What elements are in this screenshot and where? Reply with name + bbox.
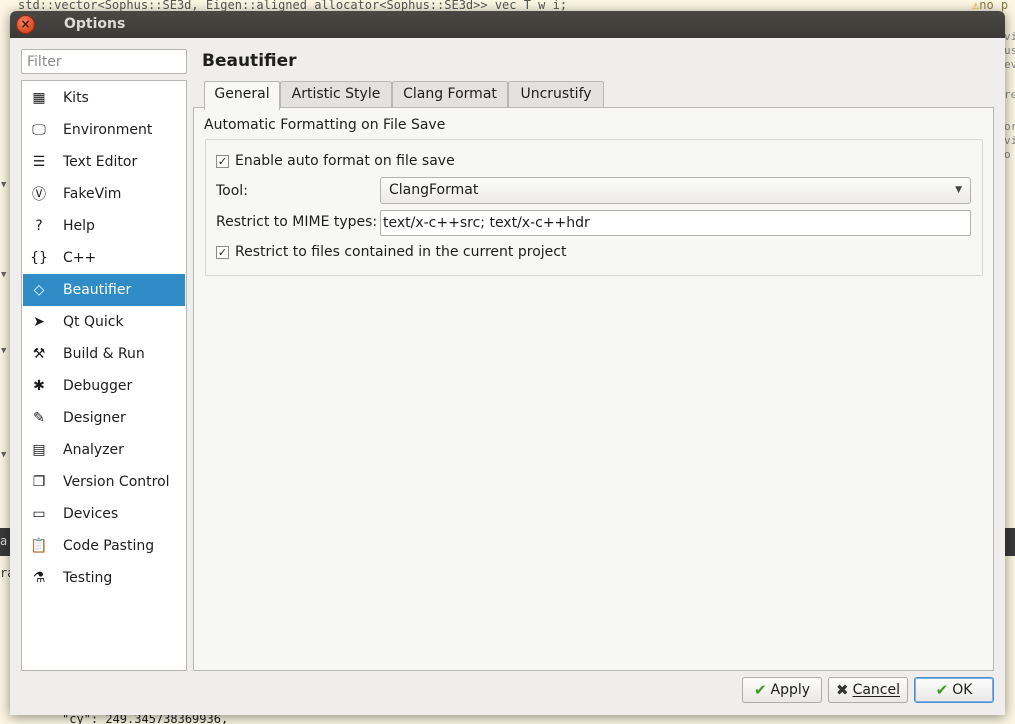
sidebar-item-qt-quick[interactable]: ➤ Qt Quick bbox=[23, 306, 185, 338]
ok-button-label: OK bbox=[952, 682, 973, 698]
sidebar-item-analyzer[interactable]: ▤ Analyzer bbox=[23, 434, 185, 466]
devices-icon: ▭ bbox=[32, 506, 46, 522]
general-tab-panel: Automatic Formatting on File Save ✓ Enab… bbox=[193, 107, 994, 671]
group-title: Automatic Formatting on File Save bbox=[204, 117, 446, 133]
sidebar-item-environment[interactable]: 🖵 Environment bbox=[23, 114, 185, 146]
sidebar-item-label: Beautifier bbox=[63, 282, 132, 298]
window-title: Options bbox=[64, 16, 126, 32]
flask-icon: ⚗ bbox=[32, 570, 46, 586]
background-fragment: a bbox=[0, 534, 8, 548]
page-title: Beautifier bbox=[202, 51, 297, 71]
sidebar-item-debugger[interactable]: ✱ Debugger bbox=[23, 370, 185, 402]
version-control-icon: ❐ bbox=[32, 474, 46, 490]
monitor-icon: 🖵 bbox=[32, 122, 46, 138]
sidebar-item-beautifier[interactable]: ◇ Beautifier bbox=[23, 274, 185, 306]
background-fragment: us bbox=[1004, 44, 1015, 57]
tab-uncrustify[interactable]: Uncrustify bbox=[508, 81, 604, 108]
diamond-icon: ◇ bbox=[33, 282, 45, 298]
hammer-icon: ⚒ bbox=[32, 346, 46, 362]
sidebar-item-fakevim[interactable]: Ⓥ FakeVim bbox=[23, 178, 185, 210]
sidebar-item-label: C++ bbox=[63, 250, 97, 266]
title-bar: × Options bbox=[10, 11, 1005, 38]
tab-clang-format[interactable]: Clang Format bbox=[392, 81, 508, 108]
sidebar-item-label: Devices bbox=[63, 506, 119, 522]
sidebar-item-label: Code Pasting bbox=[63, 538, 155, 554]
options-dialog: × Options ▦ Kits 🖵 Environment ☰ Text Editor Ⓥ… bbox=[10, 11, 1005, 715]
sidebar-item-c[interactable]: {} C++ bbox=[23, 242, 185, 274]
apply-button[interactable]: ✔ Apply bbox=[742, 677, 822, 703]
mime-types-input[interactable] bbox=[380, 210, 971, 236]
analyzer-icon: ▤ bbox=[32, 442, 46, 458]
background-panel-strip bbox=[1005, 528, 1015, 556]
sidebar-item-label: Debugger bbox=[63, 378, 133, 394]
checkmark-icon: ✔ bbox=[753, 681, 767, 699]
sidebar-item-label: Build & Run bbox=[63, 346, 145, 362]
apply-button-label: Apply bbox=[770, 682, 811, 698]
sidebar-item-version-control[interactable]: ❐ Version Control bbox=[23, 466, 185, 498]
pen-icon: ✎ bbox=[33, 410, 45, 426]
background-fragment: re bbox=[1004, 88, 1015, 101]
sidebar-item-kits[interactable]: ▦ Kits bbox=[23, 82, 185, 114]
cpp-braces-icon: {} bbox=[30, 250, 48, 266]
sidebar-item-help[interactable]: ? Help bbox=[23, 210, 185, 242]
sidebar-item-label: Text Editor bbox=[63, 154, 138, 170]
clipboard-icon: 📋 bbox=[30, 538, 48, 554]
mime-types-label: Restrict to MIME types: bbox=[216, 214, 378, 230]
fold-arrow-icon: ▼ bbox=[1, 450, 7, 460]
background-fragment: vi bbox=[1004, 30, 1015, 43]
filter-input[interactable] bbox=[21, 49, 187, 74]
background-fragment: vi bbox=[1004, 134, 1015, 147]
sidebar-item-designer[interactable]: ✎ Designer bbox=[23, 402, 185, 434]
dropdown-arrow-icon: ▼ bbox=[955, 185, 962, 195]
close-icon[interactable]: × bbox=[16, 15, 35, 34]
restrict-project-checkbox[interactable]: ✓ Restrict to files contained in the cur… bbox=[216, 244, 566, 260]
tool-select[interactable]: ClangFormat ▼ bbox=[380, 177, 971, 204]
sidebar-item-build-run[interactable]: ⚒ Build & Run bbox=[23, 338, 185, 370]
tool-label: Tool: bbox=[216, 183, 248, 199]
kits-icon: ▦ bbox=[32, 90, 46, 106]
background-fragment: ev bbox=[1004, 58, 1015, 71]
fold-arrow-icon: ▼ bbox=[1, 270, 7, 280]
auto-format-group: ✓ Enable auto format on file save Tool: … bbox=[205, 139, 983, 276]
restrict-project-label: Restrict to files contained in the curre… bbox=[235, 244, 567, 260]
cancel-button[interactable]: ✖ Cancel bbox=[828, 677, 908, 703]
sidebar-item-label: FakeVim bbox=[63, 186, 122, 202]
category-list: ▦ Kits 🖵 Environment ☰ Text Editor Ⓥ FakeVim? He… bbox=[21, 80, 187, 671]
sidebar-item-label: Testing bbox=[63, 570, 113, 586]
sidebar-item-label: Kits bbox=[63, 90, 89, 106]
cancel-button-label: Cancel bbox=[852, 682, 900, 698]
fold-arrow-icon: ▼ bbox=[1, 346, 7, 356]
sidebar-item-testing[interactable]: ⚗ Testing bbox=[23, 562, 185, 594]
cancel-x-icon: ✖ bbox=[835, 681, 849, 699]
fakevim-icon: Ⓥ bbox=[32, 187, 46, 203]
text-editor-icon: ☰ bbox=[32, 154, 46, 170]
enable-auto-format-label: Enable auto format on file save bbox=[235, 153, 455, 169]
background-fragment: or bbox=[1004, 120, 1015, 133]
sidebar-item-label: Analyzer bbox=[63, 442, 124, 458]
sidebar-item-devices[interactable]: ▭ Devices bbox=[23, 498, 185, 530]
sidebar-item-label: Help bbox=[63, 218, 95, 234]
bug-icon: ✱ bbox=[33, 378, 45, 394]
sidebar-item-text-editor[interactable]: ☰ Text Editor bbox=[23, 146, 185, 178]
sidebar-item-code-pasting[interactable]: 📋 Code Pasting bbox=[23, 530, 185, 562]
ok-button[interactable]: ✔ OK bbox=[914, 677, 994, 703]
qt-quick-icon: ➤ bbox=[33, 314, 45, 330]
sidebar-item-label: Environment bbox=[63, 122, 153, 138]
tab-general[interactable]: General bbox=[204, 81, 280, 110]
fold-arrow-icon: ▼ bbox=[1, 180, 7, 190]
tool-select-value: ClangFormat bbox=[389, 182, 479, 198]
enable-auto-format-checkbox[interactable]: ✓ Enable auto format on file save bbox=[216, 153, 455, 169]
checkmark-icon: ✔ bbox=[935, 681, 949, 699]
help-icon: ? bbox=[35, 218, 43, 234]
tab-artistic-style[interactable]: Artistic Style bbox=[280, 81, 392, 108]
sidebar-item-label: Version Control bbox=[63, 474, 170, 490]
sidebar-item-label: Qt Quick bbox=[63, 314, 124, 330]
checkbox-check-icon[interactable]: ✓ bbox=[216, 245, 229, 259]
checkbox-check-icon[interactable]: ✓ bbox=[216, 154, 229, 168]
sidebar-item-label: Designer bbox=[63, 410, 126, 426]
